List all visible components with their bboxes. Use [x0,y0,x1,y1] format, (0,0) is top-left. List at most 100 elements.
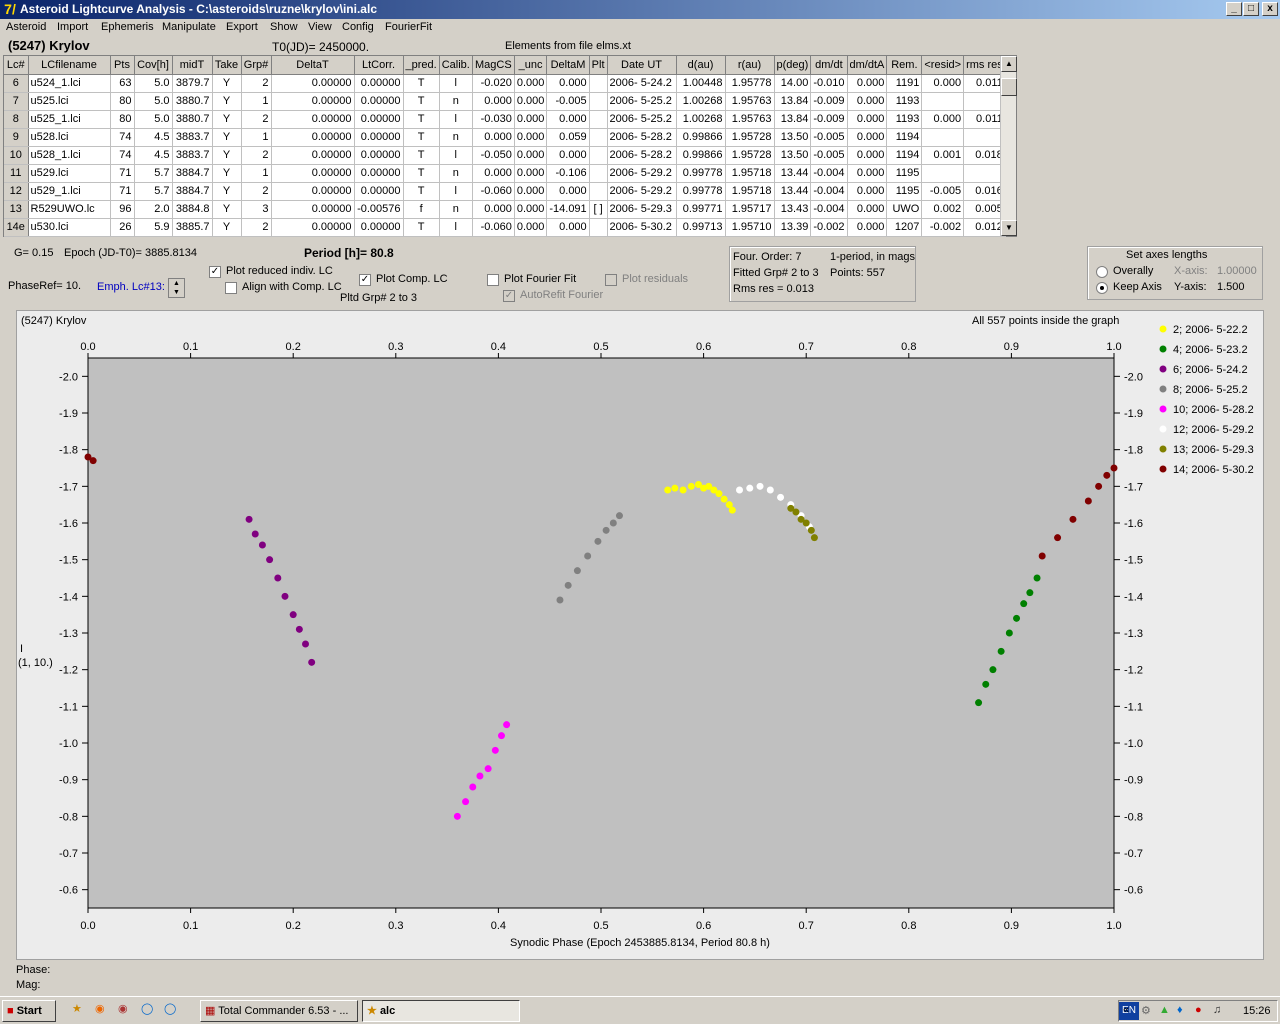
data-point [982,680,990,688]
legend-marker [1159,365,1167,373]
y-tick-label: -1.9 [59,408,78,420]
x-tick-label: 1.0 [1106,341,1121,353]
y-tick-label: -1.9 [1124,408,1143,420]
data-point [766,486,774,494]
y-tick-label: -1.3 [59,628,78,640]
system-tray: « ⚙ ▲ ♦ ● ♫ 15:26 [1118,1000,1278,1022]
data-point [615,512,623,520]
data-point [462,798,470,806]
y-tick-label: -1.0 [59,738,78,750]
tray-expand-icon[interactable]: « [1123,1004,1129,1016]
ie-icon[interactable]: ◯ [141,1002,153,1015]
tray-icon-4[interactable]: ● [1195,1004,1202,1016]
alc-quicklaunch-icon[interactable]: ★ [72,1002,82,1015]
legend-label: 8; 2006- 5-25.2 [1173,384,1248,396]
data-point [720,495,728,503]
legend-label: 13; 2006- 5-29.3 [1173,444,1254,456]
x-tick-label: 0.2 [286,341,301,353]
y-tick-label: -1.4 [59,591,78,603]
data-point [564,581,572,589]
x-tick-label: 0.6 [696,920,711,932]
task-alc-label: alc [379,1005,396,1017]
data-point [810,534,818,542]
start-button[interactable]: ■ Start [2,1000,56,1022]
data-point [491,746,499,754]
task-total-commander-label: Total Commander 6.53 - ... [218,1005,349,1017]
lightcurve-chart[interactable]: 0.0 0.1 0.2 0.3 0.4 0.5 0.6 0.7 0.8 0.9 1.0 0.0 0.1… [0,0,1280,1000]
legend-marker [1159,345,1167,353]
x-tick-label: 0.0 [80,341,95,353]
y-tick-label: -1.3 [1124,628,1143,640]
y-tick-label: -1.7 [1124,481,1143,493]
data-point [609,519,617,527]
data-point [302,640,310,648]
y-tick-label: -1.6 [59,518,78,530]
data-point [573,567,581,575]
tray-network-icon[interactable]: ▲ [1159,1004,1170,1016]
app2-quicklaunch-icon[interactable]: ◯ [164,1002,176,1015]
task-total-commander[interactable]: ▦ Total Commander 6.53 - ... [200,1000,358,1022]
data-point [584,552,592,560]
phase-readout-label: Phase: [16,964,51,976]
mag-readout-label: Mag: [16,979,41,991]
y-tick-label: -0.9 [59,775,78,787]
data-point [777,493,785,501]
tray-icon-1[interactable]: ⚙ [1141,1004,1151,1017]
data-point [679,486,687,494]
data-point [989,666,997,674]
x-tick-label: 0.5 [593,341,608,353]
y-tick-label: -1.1 [59,701,78,713]
y-tick-label: -1.8 [59,445,78,457]
x-tick-label: 0.9 [1004,341,1019,353]
data-point [281,592,289,600]
legend-marker [1159,325,1167,333]
data-point [1110,464,1118,472]
y-tick-label: -2.0 [59,371,78,383]
x-tick-label: 1.0 [1106,920,1121,932]
data-point [258,541,266,549]
y-tick-label: -1.2 [1124,665,1143,677]
x-ticks-top: 0.0 0.1 0.2 0.3 0.4 0.5 0.6 0.7 0.8 0.9 1.0 [80,341,1122,358]
data-point [792,508,800,516]
y-tick-label: -2.0 [1124,371,1143,383]
alc-icon: ★ [367,1005,377,1017]
data-point [1005,629,1013,637]
legend-marker [1159,425,1167,433]
data-point [469,783,477,791]
app-quicklaunch-icon[interactable]: ◉ [118,1002,128,1015]
x-tick-label: 0.8 [901,920,916,932]
total-commander-icon: ▦ [205,1005,216,1017]
legend-marker [1159,445,1167,453]
data-point [308,658,316,666]
task-alc[interactable]: ★ alc [362,1000,520,1022]
firefox-icon[interactable]: ◉ [95,1002,105,1015]
data-point [289,611,297,619]
clock: 15:26 [1243,1005,1271,1017]
tray-volume-icon[interactable]: ♫ [1213,1004,1221,1016]
data-point [756,482,764,490]
legend-label: 12; 2006- 5-29.2 [1173,424,1254,436]
x-tick-label: 0.5 [593,920,608,932]
data-point [1026,589,1034,597]
x-tick-label: 0.7 [799,341,814,353]
data-point [1054,534,1062,542]
start-label: Start [16,1005,42,1017]
x-tick-label: 0.8 [901,341,916,353]
legend-label: 10; 2006- 5-28.2 [1173,404,1254,416]
plot-area[interactable] [87,357,1115,909]
x-tick-label: 0.4 [491,341,506,353]
data-point [728,506,736,514]
data-point [671,484,679,492]
data-point [687,482,695,490]
y-tick-label: -0.6 [59,885,78,897]
x-ticks-bottom: 0.0 0.1 0.2 0.3 0.4 0.5 0.6 0.7 0.8 0.9 1.0 [80,908,1122,932]
tray-icon-3[interactable]: ♦ [1177,1004,1183,1016]
y-tick-label: -1.2 [59,665,78,677]
y-tick-label: -1.4 [1124,591,1143,603]
x-tick-label: 0.2 [286,920,301,932]
data-point [975,699,983,707]
data-point [802,519,810,527]
data-point [556,596,564,604]
legend-marker [1159,405,1167,413]
data-point [602,526,610,534]
